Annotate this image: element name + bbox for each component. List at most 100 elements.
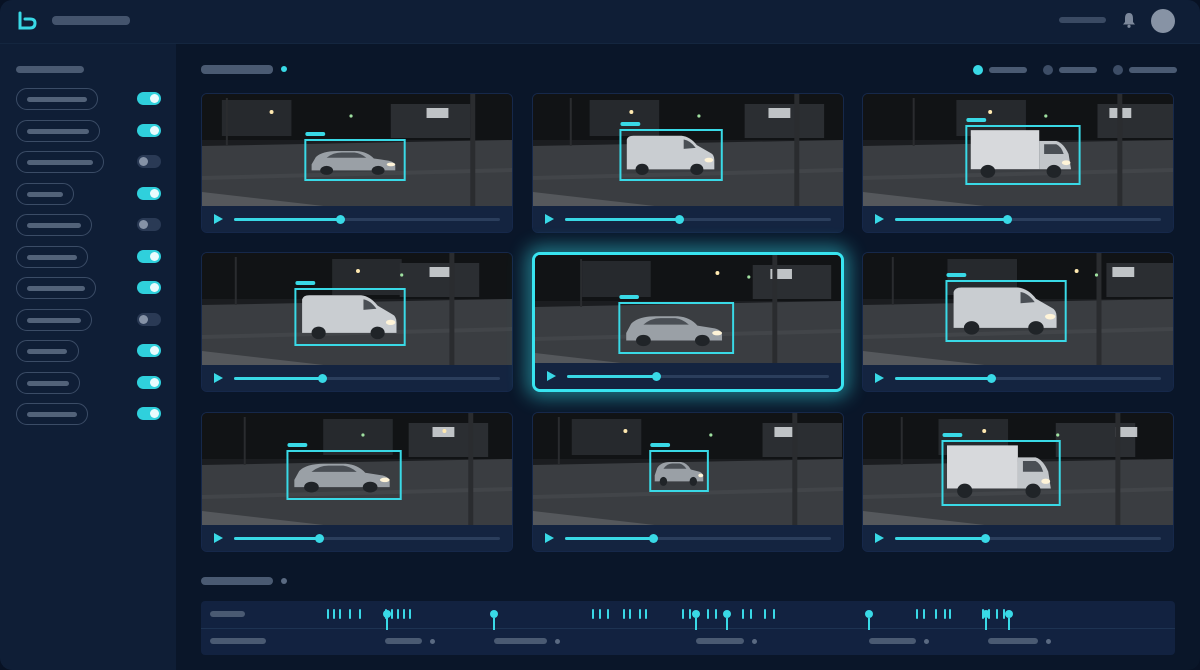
play-icon[interactable] bbox=[875, 214, 884, 224]
progress-handle[interactable] bbox=[317, 374, 327, 383]
camera-frame bbox=[535, 255, 841, 369]
progress-track[interactable] bbox=[565, 534, 831, 543]
video-feed-card[interactable] bbox=[862, 93, 1174, 233]
filter-chip[interactable] bbox=[16, 340, 79, 362]
filter-row bbox=[16, 119, 162, 142]
view-option[interactable] bbox=[1043, 65, 1097, 75]
filter-toggle[interactable] bbox=[137, 249, 161, 263]
progress-track[interactable] bbox=[895, 215, 1161, 224]
video-feed-card[interactable] bbox=[201, 93, 513, 233]
play-icon[interactable] bbox=[214, 533, 223, 543]
progress-handle[interactable] bbox=[652, 372, 662, 381]
filter-chip[interactable] bbox=[16, 119, 100, 142]
filter-chip[interactable] bbox=[16, 371, 80, 394]
video-feed-card[interactable] bbox=[201, 412, 513, 552]
filter-toggle[interactable] bbox=[137, 407, 161, 420]
timeline-event-marker[interactable] bbox=[692, 610, 700, 618]
filter-chip[interactable] bbox=[16, 403, 88, 425]
progress-track[interactable] bbox=[565, 215, 831, 224]
event-timeline[interactable] bbox=[201, 601, 1175, 655]
filter-toggle[interactable] bbox=[137, 186, 161, 200]
toggle-knob bbox=[150, 377, 159, 387]
brand-logo-icon[interactable] bbox=[16, 10, 38, 32]
user-avatar[interactable] bbox=[1151, 9, 1175, 33]
camera-frame bbox=[863, 253, 1173, 367]
play-icon[interactable] bbox=[545, 214, 554, 224]
filter-toggle[interactable] bbox=[137, 344, 161, 357]
video-feed-card[interactable] bbox=[201, 252, 513, 392]
timeline-event-marker[interactable] bbox=[490, 610, 498, 618]
progress-track[interactable] bbox=[234, 534, 500, 543]
timeline-segment-dot bbox=[430, 639, 435, 644]
filter-toggle[interactable] bbox=[137, 218, 161, 231]
timeline-event-marker[interactable] bbox=[982, 610, 990, 618]
timeline-tick bbox=[682, 609, 684, 619]
progress-handle[interactable] bbox=[315, 534, 325, 543]
progress-handle[interactable] bbox=[675, 215, 685, 224]
filter-chip[interactable] bbox=[16, 277, 96, 299]
progress-track[interactable] bbox=[895, 374, 1161, 383]
filter-label-placeholder bbox=[27, 191, 63, 197]
timeline-event-marker[interactable] bbox=[1005, 610, 1013, 618]
filter-label-placeholder bbox=[27, 97, 87, 102]
filter-toggle[interactable] bbox=[137, 123, 161, 137]
filter-toggle[interactable] bbox=[137, 312, 161, 326]
filter-chip[interactable] bbox=[16, 308, 92, 331]
play-icon[interactable] bbox=[547, 371, 556, 381]
filter-chip[interactable] bbox=[16, 88, 98, 110]
video-feed-card[interactable] bbox=[532, 93, 844, 233]
filter-chip[interactable] bbox=[16, 245, 88, 268]
timeline-tick bbox=[645, 609, 647, 619]
timeline-divider bbox=[201, 628, 1175, 629]
filter-label-placeholder bbox=[27, 412, 77, 417]
toggle-knob bbox=[150, 409, 159, 418]
progress-handle[interactable] bbox=[981, 534, 991, 543]
timeline-event-marker[interactable] bbox=[723, 610, 731, 618]
video-feed-card[interactable] bbox=[532, 412, 844, 552]
filter-label-placeholder bbox=[27, 254, 77, 260]
user-name-placeholder[interactable] bbox=[1059, 17, 1106, 23]
timeline-event-marker[interactable] bbox=[865, 610, 873, 618]
progress-handle[interactable] bbox=[336, 215, 346, 224]
filter-label-placeholder bbox=[27, 160, 93, 165]
view-option[interactable] bbox=[1113, 65, 1177, 75]
view-option[interactable] bbox=[973, 65, 1027, 75]
progress-track[interactable] bbox=[895, 534, 1161, 543]
progress-fill bbox=[567, 375, 657, 378]
filter-chip[interactable] bbox=[16, 182, 74, 205]
play-icon[interactable] bbox=[545, 533, 554, 543]
filter-toggle[interactable] bbox=[137, 92, 161, 105]
play-icon[interactable] bbox=[875, 373, 884, 383]
filter-toggle[interactable] bbox=[137, 155, 161, 168]
filter-toggle[interactable] bbox=[137, 375, 161, 389]
bell-icon[interactable] bbox=[1122, 12, 1136, 28]
progress-track[interactable] bbox=[234, 215, 500, 224]
timeline-event-stem bbox=[1008, 618, 1010, 630]
video-feed-card[interactable] bbox=[862, 252, 1174, 392]
timeline-segment-placeholder bbox=[696, 638, 744, 644]
toggle-knob bbox=[150, 125, 159, 135]
filter-chip[interactable] bbox=[16, 214, 92, 236]
timeline-tick bbox=[391, 609, 393, 619]
timeline-tick bbox=[629, 609, 631, 619]
progress-handle[interactable] bbox=[648, 534, 658, 543]
progress-track[interactable] bbox=[567, 372, 829, 381]
filter-chip[interactable] bbox=[16, 151, 104, 173]
detection-label bbox=[287, 443, 308, 447]
progress-handle[interactable] bbox=[1002, 215, 1012, 224]
play-icon[interactable] bbox=[214, 214, 223, 224]
filter-row bbox=[16, 151, 162, 173]
timeline-event-marker[interactable] bbox=[383, 610, 391, 618]
timeline-tick bbox=[935, 609, 937, 619]
filter-label-placeholder bbox=[27, 317, 81, 323]
filter-toggle[interactable] bbox=[137, 281, 161, 294]
filter-row bbox=[16, 308, 162, 331]
video-feed-card[interactable] bbox=[862, 412, 1174, 552]
progress-track[interactable] bbox=[234, 374, 500, 383]
progress-handle[interactable] bbox=[986, 374, 996, 383]
video-feed-card[interactable] bbox=[532, 252, 844, 392]
play-icon[interactable] bbox=[214, 373, 223, 383]
playback-controls bbox=[863, 365, 1173, 391]
playback-controls bbox=[863, 206, 1173, 232]
play-icon[interactable] bbox=[875, 533, 884, 543]
